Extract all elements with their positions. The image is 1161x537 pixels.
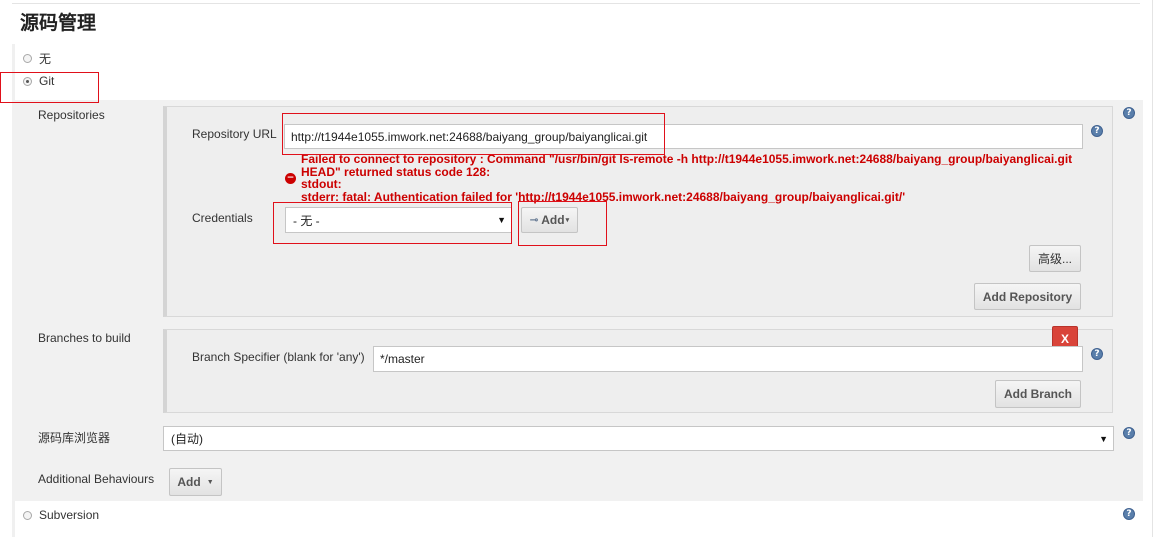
- annotation-box-credentials: [273, 202, 512, 244]
- section-title: 源码管理: [20, 13, 97, 34]
- add-repository-label: Add Repository: [982, 289, 1073, 304]
- chevron-down-icon: ▼: [1099, 433, 1108, 444]
- delete-branch-label: X: [1060, 331, 1069, 346]
- repository-browser-label: 源码库浏览器: [38, 431, 111, 445]
- branch-specifier-value: */master: [380, 352, 425, 366]
- annotation-box-add: [518, 201, 607, 246]
- annotation-box-git: [0, 72, 99, 103]
- radio-subversion[interactable]: [23, 510, 32, 520]
- scm-option-none[interactable]: 无: [23, 50, 51, 67]
- error-icon: −: [285, 173, 296, 184]
- add-repository-button[interactable]: Add Repository: [974, 283, 1081, 310]
- branches-label: Branches to build: [38, 331, 131, 345]
- help-icon[interactable]: ?: [1091, 125, 1103, 137]
- radio-none-label: 无: [39, 52, 52, 66]
- radio-subversion-label: Subversion: [39, 508, 100, 522]
- additional-behaviours-label: Additional Behaviours: [38, 472, 155, 486]
- right-divider: [1152, 0, 1153, 537]
- repository-browser-value: (自动): [171, 432, 203, 446]
- branch-specifier-input[interactable]: */master: [373, 346, 1083, 372]
- help-icon[interactable]: ?: [1123, 427, 1135, 439]
- branch-specifier-label: Branch Specifier (blank for 'any'): [192, 350, 365, 364]
- error-line: HEAD" returned status code 128:: [301, 164, 491, 179]
- credentials-label: Credentials: [192, 211, 253, 225]
- add-behaviour-label: Add: [177, 475, 201, 489]
- help-icon[interactable]: ?: [1091, 348, 1103, 360]
- annotation-box-url: [282, 113, 665, 155]
- repository-url-label: Repository URL: [192, 127, 277, 141]
- radio-none[interactable]: [23, 54, 32, 63]
- add-behaviour-button[interactable]: Add ▼: [169, 468, 222, 496]
- top-divider: [12, 3, 1140, 4]
- add-branch-label: Add Branch: [1003, 387, 1072, 401]
- advanced-button[interactable]: 高级...: [1029, 245, 1081, 272]
- repository-browser-select[interactable]: (自动) ▼: [163, 426, 1114, 451]
- add-branch-button[interactable]: Add Branch: [995, 380, 1081, 408]
- scm-option-subversion[interactable]: Subversion: [23, 508, 99, 522]
- repository-error-message: Failed to connect to repository : Comman…: [301, 153, 1072, 203]
- repositories-label: Repositories: [38, 108, 105, 122]
- help-icon[interactable]: ?: [1123, 107, 1135, 119]
- help-icon[interactable]: ?: [1123, 508, 1135, 520]
- caret-down-icon: ▼: [206, 478, 214, 486]
- error-line: stdout:: [301, 177, 342, 191]
- advanced-button-label: 高级...: [1037, 252, 1072, 266]
